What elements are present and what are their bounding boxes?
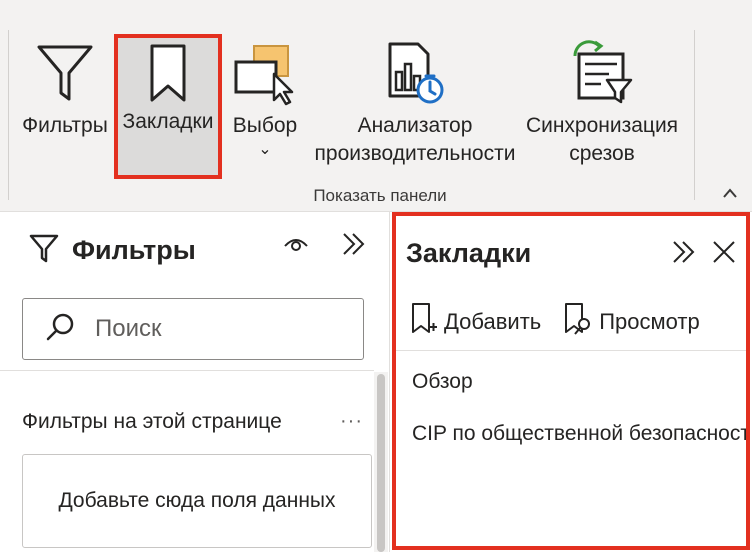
ribbon: Фильтры Закладки Выбор ⌄ Анализатор прои… [0,0,752,212]
bookmarks-toolbar: Добавить Просмотр [410,302,722,341]
bookmark-item[interactable]: Обзор [412,370,473,394]
selection-ribbon-button[interactable]: Выбор ⌄ [228,34,302,158]
filters-search-input[interactable]: Поиск [22,298,364,360]
performance-analyzer-icon [384,34,446,112]
bookmarks-ribbon-button[interactable]: Закладки [114,34,222,179]
filters-pane-title: Фильтры [72,235,196,265]
view-bookmarks-button[interactable]: Просмотр [563,302,700,341]
sync-slicers-label-line2: срезов [569,142,635,165]
more-options-icon[interactable]: ··· [340,410,363,433]
ribbon-group-label: Показать панели [313,186,447,205]
eye-icon[interactable] [283,234,309,259]
collapse-pane-icon[interactable] [670,238,698,271]
filter-icon [28,232,60,269]
close-icon[interactable] [710,238,738,271]
add-bookmark-button[interactable]: Добавить [410,302,541,341]
sync-slicers-ribbon-button[interactable]: Синхронизация срезов [522,34,682,168]
filters-on-page-label: Фильтры на этой странице [22,410,282,433]
filter-icon [35,34,95,112]
divider [0,370,374,371]
expand-pane-icon[interactable] [340,230,368,263]
performance-analyzer-label-line2: производительности [314,142,516,165]
add-bookmark-icon [410,302,438,341]
bookmarks-ribbon-label: Закладки [122,110,214,133]
filters-pane: Фильтры Поиск Фильтры на этой странице ·… [0,212,390,552]
performance-analyzer-ribbon-button[interactable]: Анализатор производительности [312,34,518,168]
chevron-up-icon[interactable] [722,186,738,204]
view-bookmark-icon [563,302,593,341]
ribbon-separator [694,30,695,200]
selection-ribbon-label: Выбор [232,114,298,137]
divider [396,350,746,351]
filter-drop-well[interactable]: Добавьте сюда поля данных [22,454,372,548]
sync-slicers-label-line1: Синхронизация [525,114,679,137]
bookmarks-pane: Закладки Добавить Просмотр Обзор CIP по … [392,212,750,550]
bookmark-icon [148,38,188,108]
chevron-down-icon[interactable]: ⌄ [258,142,271,158]
view-bookmarks-label: Просмотр [599,308,700,334]
bookmarks-pane-title: Закладки [406,238,532,268]
add-bookmark-label: Добавить [444,308,542,334]
ribbon-separator [8,30,9,200]
performance-analyzer-label-line1: Анализатор [357,114,473,137]
filters-ribbon-button[interactable]: Фильтры [18,34,112,140]
filters-pane-header: Фильтры [28,232,196,269]
selection-pane-icon [232,34,298,112]
search-placeholder: Поиск [95,315,162,342]
bookmark-item[interactable]: CIP по общественной безопасности [412,422,746,446]
search-icon [45,312,75,347]
scrollbar-thumb[interactable] [377,374,385,552]
sync-slicers-icon [569,34,635,112]
filters-ribbon-label: Фильтры [22,114,108,137]
